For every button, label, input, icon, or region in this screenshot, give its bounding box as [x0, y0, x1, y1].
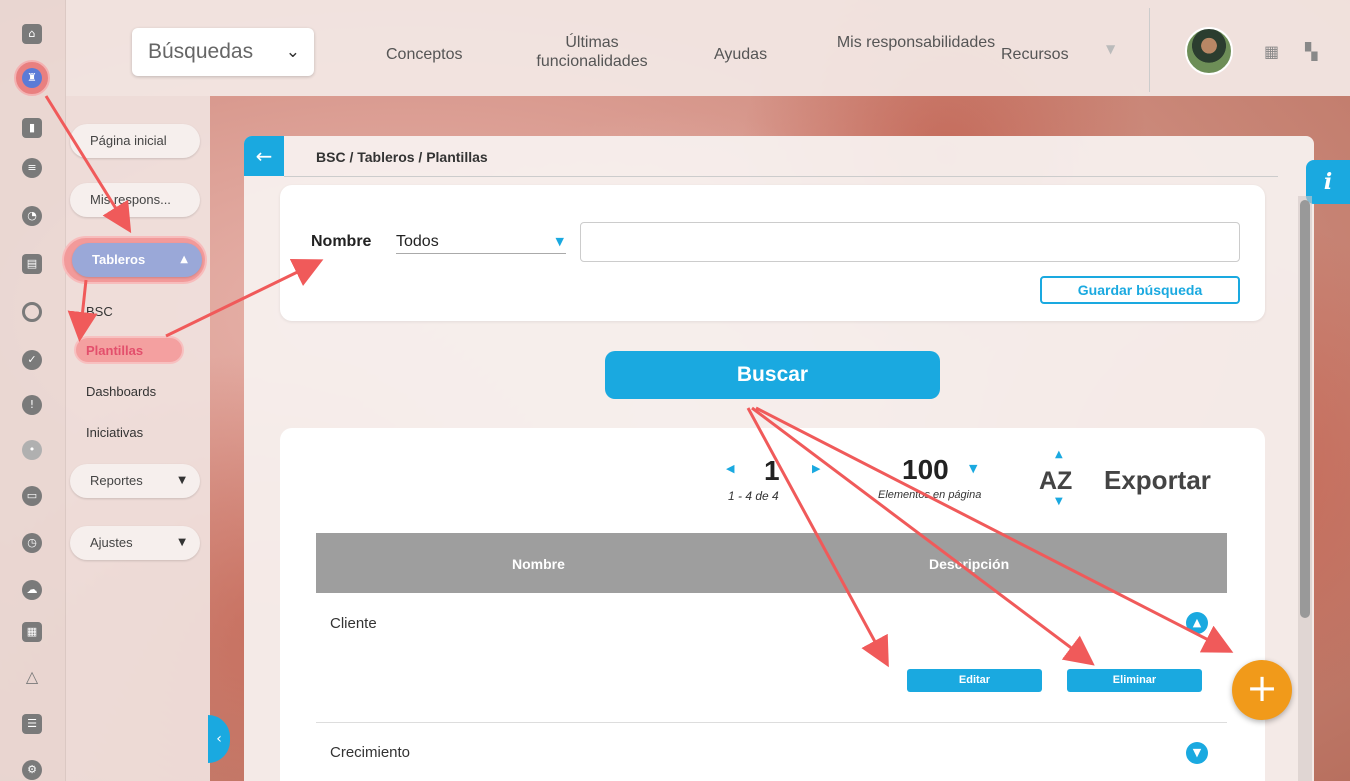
search-button[interactable]: Buscar — [605, 351, 940, 399]
sort-up-icon[interactable]: ▲ — [1055, 449, 1063, 460]
castle-icon[interactable]: ♜ — [22, 68, 42, 88]
edit-button[interactable]: Editar — [907, 669, 1042, 692]
nav-ayudas[interactable]: Ayudas — [714, 45, 767, 64]
sort-down-icon[interactable]: ▼ — [1055, 496, 1063, 507]
sidebar-item-label: Mis respons... — [90, 192, 171, 207]
sidebar-item-label: Reportes — [90, 473, 143, 488]
recursos-dropdown-icon[interactable]: ▼ — [1106, 42, 1115, 56]
sidebar-subitem-plantillas[interactable]: Plantillas — [86, 343, 143, 358]
chevron-down-icon: ▼ — [178, 475, 186, 486]
sidebar-item-mis-responsabilidades[interactable]: Mis respons... — [70, 183, 200, 217]
delete-button[interactable]: Eliminar — [1067, 669, 1202, 692]
filter-value-input[interactable] — [580, 222, 1240, 262]
calendar-icon[interactable]: ▦ — [22, 622, 42, 642]
gear-icon[interactable]: ⚙ — [22, 760, 42, 780]
sidebar-subitem-bsc[interactable]: BSC — [86, 304, 113, 319]
chevron-down-icon: ⌄ — [285, 42, 300, 62]
add-button[interactable]: + — [1232, 660, 1292, 720]
table-row[interactable] — [316, 723, 1227, 781]
nodes-icon[interactable]: • — [22, 440, 42, 460]
save-search-button[interactable]: Guardar búsqueda — [1040, 276, 1240, 304]
filter-operator-select[interactable]: Todos ▼ — [396, 233, 566, 254]
sidebar-item-label: Tableros — [92, 252, 146, 267]
row-name: Cliente — [330, 615, 377, 632]
clock-icon[interactable]: ◷ — [22, 533, 42, 553]
search-select[interactable]: Búsquedas ⌄ — [132, 28, 314, 76]
document-icon[interactable]: ▤ — [22, 254, 42, 274]
nav-recursos[interactable]: Recursos — [1001, 45, 1069, 64]
chevron-down-icon: ▼ — [178, 537, 186, 548]
chevron-down-icon[interactable]: ▼ — [1186, 742, 1208, 764]
filter-operator-value: Todos — [396, 233, 439, 250]
page-number: 1 — [764, 455, 780, 486]
table-row[interactable] — [316, 593, 1227, 723]
sidebar-item-label: Ajustes — [90, 535, 133, 550]
sidebar-subitem-dashboards[interactable]: Dashboards — [86, 384, 156, 399]
export-button[interactable]: Exportar — [1104, 465, 1211, 496]
caret-down-icon: ▼ — [555, 235, 564, 248]
warning-icon[interactable]: ! — [22, 395, 42, 415]
chevron-up-icon[interactable]: ▲ — [1186, 612, 1208, 634]
sidebar-item-pagina-inicial[interactable]: Página inicial — [70, 124, 200, 158]
bar-chart-icon[interactable]: ▮ — [22, 118, 42, 138]
pie-chart-icon[interactable]: ◔ — [22, 206, 42, 226]
filter-label: Nombre — [311, 233, 372, 250]
nav-mis-responsabilidades[interactable]: Mis responsabilidades — [836, 33, 996, 52]
info-icon[interactable]: i — [1306, 160, 1350, 204]
nav-ultimas-funcionalidades[interactable]: Últimas funcionalidades — [524, 33, 660, 71]
back-arrow-icon[interactable]: ← — [244, 136, 284, 176]
per-page-value[interactable]: 100 — [902, 454, 949, 486]
sidebar-item-tableros[interactable]: Tableros ▲ — [72, 243, 202, 277]
nav-conceptos[interactable]: Conceptos — [386, 45, 463, 64]
sidebar-item-label: Página inicial — [90, 133, 167, 148]
circle-icon[interactable] — [22, 302, 42, 322]
search-select-label: Búsquedas — [148, 40, 254, 63]
nav-divider — [1149, 8, 1150, 92]
list-icon[interactable]: ≡ — [22, 158, 42, 178]
row-name: Crecimiento — [330, 744, 411, 761]
sidebar-subitem-iniciativas[interactable]: Iniciativas — [86, 425, 143, 440]
caret-down-icon[interactable]: ▼ — [969, 462, 977, 475]
monitor-icon[interactable]: ▭ — [22, 486, 42, 506]
page-range: 1 - 4 de 4 — [728, 489, 779, 503]
scrollbar-thumb[interactable] — [1300, 200, 1310, 618]
list-box-icon[interactable]: ☰ — [22, 714, 42, 734]
prev-page-icon[interactable]: ◀ — [726, 462, 734, 475]
check-icon[interactable]: ✓ — [22, 350, 42, 370]
home-icon[interactable]: ⌂ — [22, 24, 42, 44]
sidebar-item-reportes[interactable]: Reportes ▼ — [70, 464, 200, 498]
calendar-icon[interactable]: ▦ — [1264, 42, 1279, 61]
next-page-icon[interactable]: ▶ — [812, 462, 820, 475]
triangle-icon[interactable]: △ — [22, 667, 42, 687]
avatar[interactable] — [1185, 27, 1233, 75]
column-header-nombre[interactable]: Nombre — [512, 556, 565, 572]
sort-button[interactable]: AZ — [1039, 467, 1072, 496]
column-header-descripcion[interactable]: Descripción — [929, 556, 1009, 572]
per-page-label: Elementos en página — [878, 489, 982, 501]
icon-rail: ⌂ ♜ ▮ ≡ ◔ ▤ ✓ ! • ▭ ◷ ☁ ▦ △ ☰ ⚙ — [0, 0, 66, 781]
breadcrumb-divider — [284, 176, 1278, 177]
breadcrumb: BSC / Tableros / Plantillas — [316, 149, 488, 165]
map-icon[interactable]: ▚ — [1305, 42, 1317, 61]
table-header — [316, 533, 1227, 593]
chevron-up-icon: ▲ — [180, 254, 188, 265]
cloud-icon[interactable]: ☁ — [22, 580, 42, 600]
sidebar-item-ajustes[interactable]: Ajustes ▼ — [70, 526, 200, 560]
